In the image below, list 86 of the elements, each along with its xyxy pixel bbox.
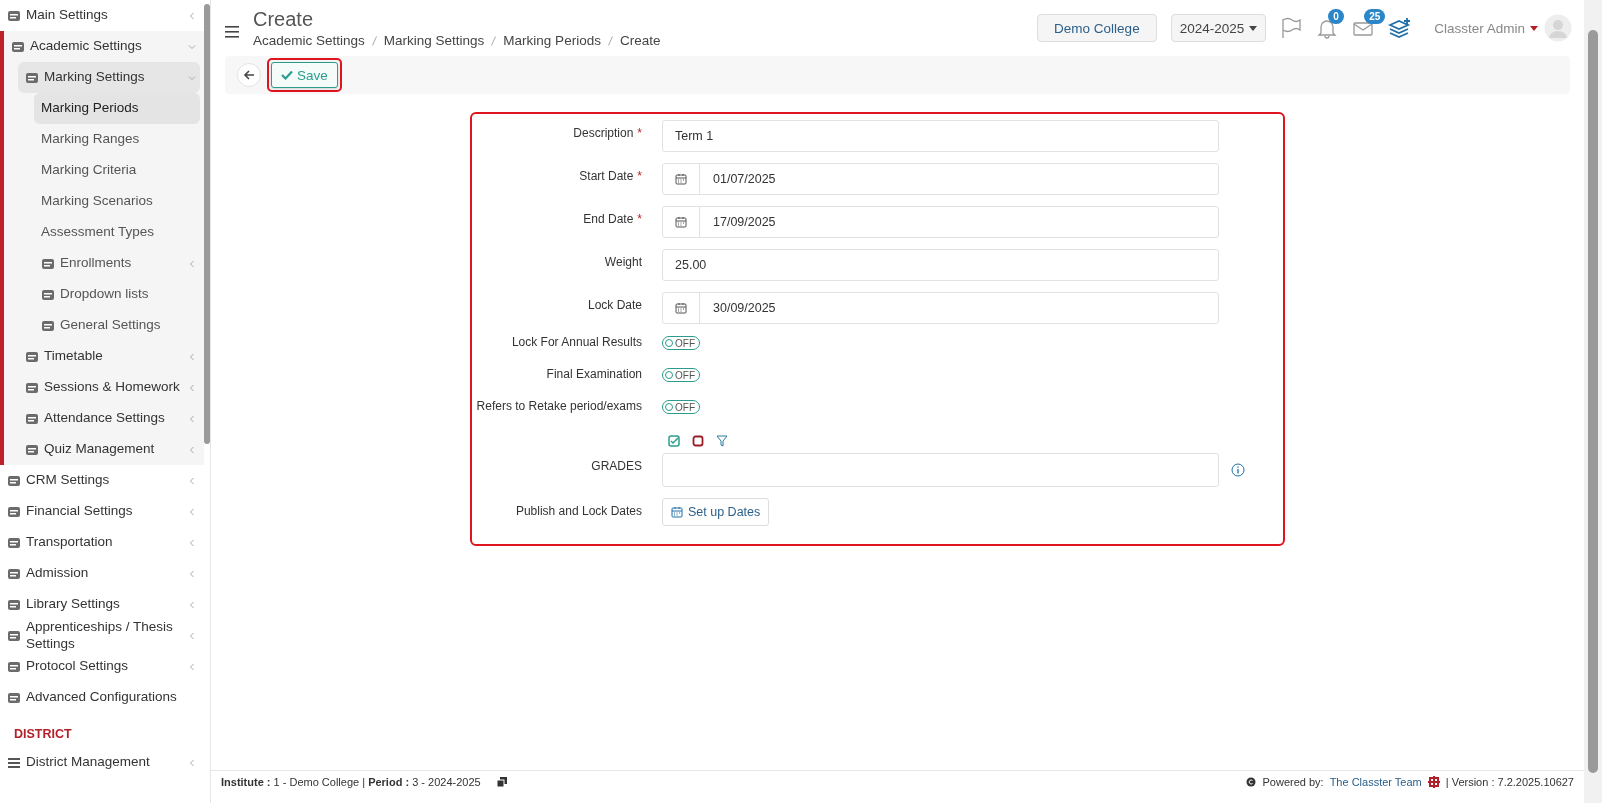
sidebar-item[interactable]: Financial Settings xyxy=(0,496,200,527)
required-asterisk: * xyxy=(637,212,642,226)
scrollbar[interactable] xyxy=(1584,0,1602,803)
set-up-dates-button[interactable]: Set up Dates xyxy=(662,498,770,526)
separator-icon xyxy=(371,35,377,46)
sidebar-item[interactable]: Apprenticeships / Thesis Settings xyxy=(0,620,200,651)
copyright-icon xyxy=(1246,777,1257,787)
sidebar-item[interactable]: Marking Periods xyxy=(34,93,200,124)
chevron-icon xyxy=(188,600,196,609)
chevron-icon xyxy=(188,11,196,20)
page-title: Create xyxy=(253,8,315,31)
input-field[interactable]: 25.00 xyxy=(662,249,1219,281)
calendar-icon[interactable] xyxy=(675,302,687,314)
sidebar-item[interactable]: Protocol Settings xyxy=(0,651,200,682)
separator-icon xyxy=(491,35,497,46)
calendar-icon xyxy=(671,506,683,518)
field-label: Final Examination xyxy=(546,367,642,381)
back-button[interactable] xyxy=(237,63,261,87)
chevron-icon xyxy=(188,259,196,268)
chevron-icon xyxy=(188,507,196,516)
sidebar-item[interactable]: Admission xyxy=(0,558,200,589)
menu-icon[interactable] xyxy=(225,26,239,38)
chevron-icon xyxy=(188,352,196,361)
info-icon[interactable] xyxy=(1231,463,1245,477)
field-label: Publish and Lock Dates xyxy=(515,504,642,518)
chevron-icon xyxy=(188,758,196,767)
select-all-icon[interactable] xyxy=(668,435,680,447)
chevron-icon xyxy=(188,383,196,392)
field-label: GRADES xyxy=(591,459,642,473)
institute-info: Institute : 1 - Demo College | Period : 3 - 2024-2025 xyxy=(221,776,481,788)
chevron-icon xyxy=(188,476,196,485)
logo-icon xyxy=(1427,776,1440,788)
message-badge: 25 xyxy=(1364,9,1386,24)
deselect-all-icon[interactable] xyxy=(692,435,704,447)
section-heading: DISTRICT xyxy=(13,726,73,743)
chevron-icon xyxy=(188,414,196,423)
chevron-icon xyxy=(188,445,196,454)
flag-icon[interactable] xyxy=(1280,17,1303,39)
year-dropdown[interactable]: 2024-2025 xyxy=(1170,14,1267,42)
chevron-icon xyxy=(188,73,196,82)
required-asterisk: * xyxy=(637,169,642,183)
breadcrumb-link[interactable]: Academic Settings xyxy=(253,33,365,48)
field-label: End Date xyxy=(583,212,634,226)
version-text: | Version : 7.2.2025.10627 xyxy=(1445,776,1574,788)
filter-icon[interactable] xyxy=(716,435,728,447)
field-label: Weight xyxy=(604,255,642,269)
breadcrumb-current: Create xyxy=(619,33,661,48)
date-field[interactable]: 17/09/2025 xyxy=(662,206,1219,238)
chevron-icon xyxy=(188,569,196,578)
date-field[interactable]: 30/09/2025 xyxy=(662,292,1219,324)
scrollbar[interactable] xyxy=(204,4,210,444)
layers-plus-icon[interactable] xyxy=(1388,17,1413,39)
separator-icon xyxy=(607,35,613,46)
notification-badge: 0 xyxy=(1328,9,1344,24)
sidebar-item[interactable]: Advanced Configurations xyxy=(0,682,200,713)
field-label: Lock Date xyxy=(587,298,642,312)
chevron-icon xyxy=(188,662,196,671)
checkmark-icon xyxy=(281,70,293,80)
powered-by-text: Powered by: xyxy=(1262,776,1324,788)
sidebar-item[interactable]: Main Settings xyxy=(0,0,200,31)
arrow-left-icon xyxy=(243,69,255,81)
field-label: Refers to Retake period/exams xyxy=(476,399,642,413)
calendar-icon[interactable] xyxy=(675,173,687,185)
caret-icon xyxy=(1249,25,1258,31)
field-label: Start Date xyxy=(579,169,634,183)
field-label: Description xyxy=(573,126,634,140)
input-field[interactable]: Term 1 xyxy=(662,120,1219,152)
sidebar-item[interactable]: Library Settings xyxy=(0,589,200,620)
field-label: Lock For Annual Results xyxy=(511,335,642,349)
copy-icon[interactable] xyxy=(496,777,507,787)
team-link[interactable]: The Classter Team xyxy=(1329,776,1422,788)
caret-icon xyxy=(1530,25,1538,31)
chevron-icon xyxy=(188,631,196,640)
sidebar-item[interactable]: Marking Settings xyxy=(18,62,200,93)
school-button[interactable]: Demo College xyxy=(1037,14,1157,42)
required-asterisk: * xyxy=(637,126,642,140)
breadcrumb-link[interactable]: Marking Periods xyxy=(503,33,601,48)
user-menu[interactable]: Classter Admin xyxy=(1434,20,1538,36)
date-field[interactable]: 01/07/2025 xyxy=(662,163,1219,195)
breadcrumb-link[interactable]: Marking Settings xyxy=(383,33,485,48)
sidebar-item[interactable]: CRM Settings xyxy=(0,465,200,496)
chevron-icon xyxy=(188,538,196,547)
sidebar-item[interactable]: Transportation xyxy=(0,527,200,558)
calendar-icon[interactable] xyxy=(675,216,687,228)
chevron-icon xyxy=(188,42,196,51)
sidebar-item[interactable]: District Management xyxy=(0,747,200,778)
